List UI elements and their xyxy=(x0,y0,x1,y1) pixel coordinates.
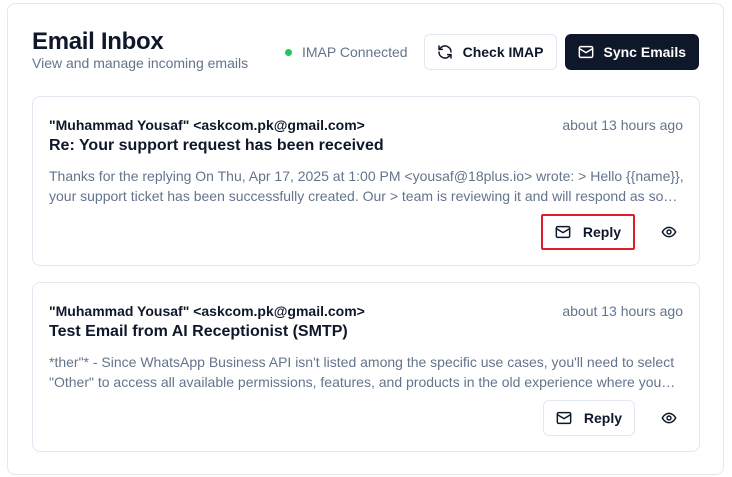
email-sender: "Muhammad Yousaf" <askcom.pk@gmail.com> xyxy=(49,117,365,133)
mail-icon xyxy=(555,224,571,240)
check-imap-label: Check IMAP xyxy=(462,44,544,60)
reply-button[interactable]: Reply xyxy=(542,400,635,436)
email-subject: Test Email from AI Receptionist (SMTP) xyxy=(49,323,348,340)
reply-label: Reply xyxy=(583,410,622,426)
email-preview: Thanks for the replying On Thu, Apr 17, … xyxy=(49,168,684,204)
email-subject: Re: Your support request has been receiv… xyxy=(49,137,384,154)
eye-icon xyxy=(661,410,677,426)
email-inbox-panel: Email Inbox View and manage incoming ema… xyxy=(7,3,724,475)
email-card[interactable]: "Muhammad Yousaf" <askcom.pk@gmail.com> … xyxy=(32,96,700,266)
imap-status: IMAP Connected xyxy=(284,44,408,60)
header-actions: IMAP Connected Check IMAP Sync Emails xyxy=(284,34,699,70)
email-preview: *ther"* - Since WhatsApp Business API is… xyxy=(49,354,675,390)
status-dot-icon xyxy=(284,48,292,56)
email-card[interactable]: "Muhammad Yousaf" <askcom.pk@gmail.com> … xyxy=(32,282,700,452)
reply-button[interactable]: Reply xyxy=(540,214,635,250)
sync-emails-button[interactable]: Sync Emails xyxy=(564,34,699,70)
email-time: about 13 hours ago xyxy=(562,117,683,133)
sync-emails-label: Sync Emails xyxy=(603,44,687,60)
page-title: Email Inbox xyxy=(32,28,164,55)
mail-icon xyxy=(578,44,594,60)
reply-label: Reply xyxy=(582,224,621,240)
page-subtitle: View and manage incoming emails xyxy=(32,55,249,71)
view-email-button[interactable] xyxy=(659,222,679,242)
email-sender: "Muhammad Yousaf" <askcom.pk@gmail.com> xyxy=(49,303,365,319)
imap-status-label: IMAP Connected xyxy=(301,44,408,60)
eye-icon xyxy=(661,224,677,240)
email-time: about 13 hours ago xyxy=(562,303,683,319)
check-imap-button[interactable]: Check IMAP xyxy=(423,34,557,70)
view-email-button[interactable] xyxy=(659,408,679,428)
mail-icon xyxy=(556,410,572,426)
inbox-header: Email Inbox View and manage incoming ema… xyxy=(32,28,699,76)
refresh-icon xyxy=(437,44,453,60)
